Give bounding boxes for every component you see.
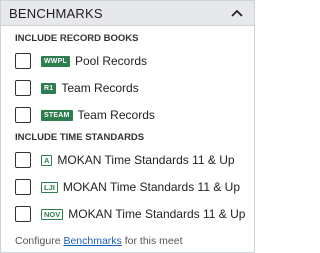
standard-checkbox[interactable] — [15, 206, 31, 222]
standard-label: MOKAN Time Standards 11 & Up — [57, 153, 235, 167]
steam-badge: STEAM — [41, 109, 73, 121]
panel-header[interactable]: BENCHMARKS — [1, 1, 254, 26]
record-checkbox[interactable] — [15, 80, 31, 96]
standard-checkbox[interactable] — [15, 152, 31, 168]
benchmarks-panel: BENCHMARKS INCLUDE RECORD BOOKS WWPL Poo… — [0, 0, 255, 253]
r1-badge: R1 — [41, 82, 57, 94]
configure-footer: Configure Benchmarks for this meet — [15, 235, 254, 247]
a-badge: A — [41, 154, 53, 166]
standard-checkbox[interactable] — [15, 179, 31, 195]
chevron-up-icon[interactable] — [228, 4, 246, 22]
record-item-steam[interactable]: STEAM Team Records — [15, 104, 254, 126]
footer-suffix: for this meet — [121, 235, 183, 247]
standard-item-nov[interactable]: NOV MOKAN Time Standards 11 & Up — [15, 203, 254, 225]
footer-prefix: Configure — [15, 235, 64, 247]
wwpl-badge: WWPL — [41, 55, 70, 67]
standard-label: MOKAN Time Standards 11 & Up — [62, 180, 241, 194]
lji-badge: LJI — [41, 181, 58, 193]
record-item-r1[interactable]: R1 Team Records — [15, 77, 254, 99]
benchmarks-link[interactable]: Benchmarks — [63, 235, 121, 247]
record-label: Team Records — [61, 81, 139, 95]
standard-item-a[interactable]: A MOKAN Time Standards 11 & Up — [15, 149, 254, 171]
record-item-wwpl[interactable]: WWPL Pool Records — [15, 50, 254, 72]
record-label: Pool Records — [74, 54, 148, 68]
record-books-heading: INCLUDE RECORD BOOKS — [15, 33, 139, 44]
record-label: Team Records — [77, 108, 155, 122]
standard-item-lji[interactable]: LJI MOKAN Time Standards 11 & Up — [15, 176, 254, 198]
time-standards-heading: INCLUDE TIME STANDARDS — [15, 132, 145, 143]
panel-title: BENCHMARKS — [9, 5, 103, 21]
standard-label: MOKAN Time Standards 11 & Up — [68, 207, 246, 221]
record-checkbox[interactable] — [15, 107, 31, 123]
record-checkbox[interactable] — [15, 53, 31, 69]
nov-badge: NOV — [41, 208, 64, 220]
